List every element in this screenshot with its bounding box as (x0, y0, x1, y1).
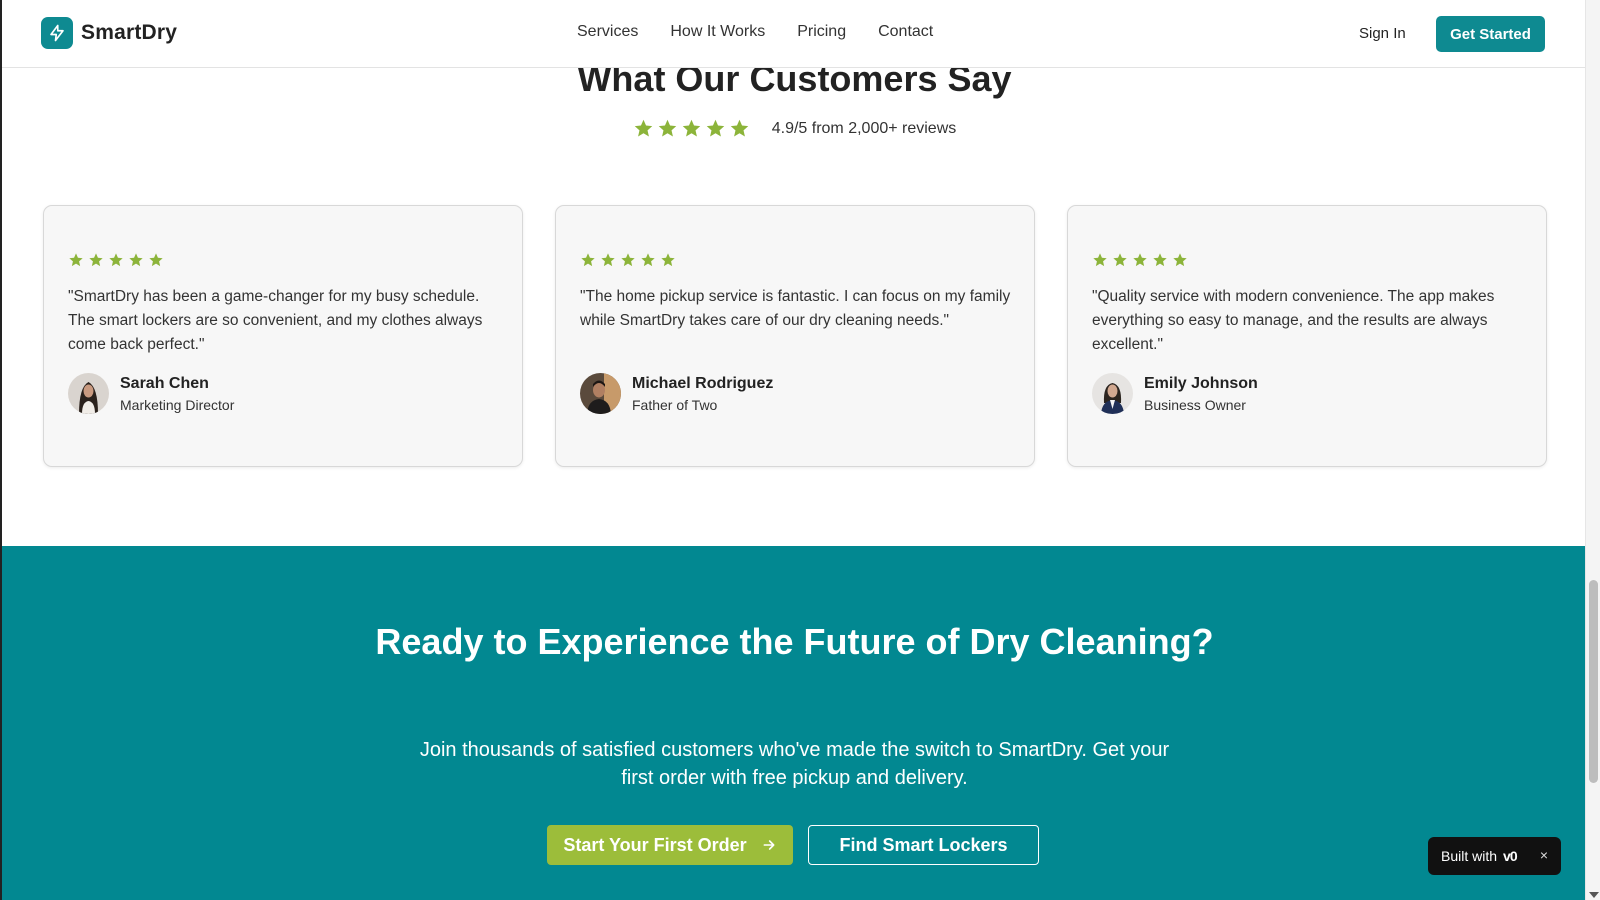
star-icon (661, 253, 675, 267)
author-name: Sarah Chen (120, 374, 209, 392)
testimonial-cards: "SmartDry has been a game-changer for my… (43, 205, 1547, 467)
star-icon (601, 253, 615, 267)
cta-section: Ready to Experience the Future of Dry Cl… (2, 546, 1585, 900)
arrow-right-icon (763, 840, 775, 850)
star-icon (1093, 253, 1107, 267)
overall-rating: 4.9/5 from 2,000+ reviews (2, 118, 1585, 139)
scrollbar[interactable] (1585, 0, 1600, 900)
built-with-badge[interactable]: Built with v0 × (1428, 837, 1561, 875)
logo[interactable]: SmartDry (41, 17, 177, 49)
testimonial-card: "The home pickup service is fantastic. I… (555, 205, 1035, 467)
brand-name: SmartDry (81, 21, 178, 44)
find-smart-lockers-button[interactable]: Find Smart Lockers (808, 825, 1039, 865)
scrollbar-thumb[interactable] (1589, 580, 1598, 783)
avatar (68, 373, 109, 414)
testimonial-quote: "Quality service with modern convenience… (1092, 288, 1495, 353)
v0-logo: v0 (1503, 848, 1518, 864)
star-icon (1133, 253, 1147, 267)
sign-in-link[interactable]: Sign In (1359, 25, 1406, 42)
card-rating-stars (68, 252, 164, 268)
author-name: Michael Rodriguez (632, 374, 774, 392)
scroll-down-arrow-icon[interactable] (1589, 892, 1599, 898)
star-icon (1153, 253, 1167, 267)
nav-services[interactable]: Services (577, 23, 638, 41)
testimonial-card: "Quality service with modern convenience… (1067, 205, 1547, 467)
testimonial-author: Sarah Chen Marketing Director (68, 373, 234, 414)
main-nav: Services How It Works Pricing Contact (577, 23, 933, 41)
author-role: Marketing Director (120, 396, 235, 413)
rating-summary: 4.9/5 from 2,000+ reviews (771, 119, 957, 137)
star-icon (69, 253, 83, 267)
testimonial-quote: "The home pickup service is fantastic. I… (580, 288, 1011, 329)
star-icon (658, 119, 676, 137)
author-name: Emily Johnson (1144, 374, 1258, 392)
star-icon (1173, 253, 1187, 267)
site-header: SmartDry Services How It Works Pricing C… (2, 0, 1585, 68)
star-icon (581, 253, 595, 267)
star-icon (634, 119, 652, 137)
start-first-order-label: Start Your First Order (563, 834, 747, 855)
avatar (580, 373, 621, 414)
star-icon (641, 253, 655, 267)
overall-rating-stars (633, 118, 750, 139)
nav-contact[interactable]: Contact (878, 23, 933, 41)
testimonial-card: "SmartDry has been a game-changer for my… (43, 205, 523, 467)
built-with-label: Built with (1441, 848, 1498, 864)
page: SmartDry Services How It Works Pricing C… (0, 0, 1585, 900)
star-icon (682, 119, 700, 137)
testimonial-author: Michael Rodriguez Father of Two (580, 373, 773, 414)
nav-pricing[interactable]: Pricing (797, 23, 846, 41)
star-icon (1113, 253, 1127, 267)
star-icon (109, 253, 123, 267)
testimonial-author: Emily Johnson Business Owner (1092, 373, 1258, 414)
start-first-order-button[interactable]: Start Your First Order (547, 825, 793, 865)
author-role: Business Owner (1144, 396, 1246, 413)
lightning-icon (41, 17, 73, 49)
star-icon (621, 253, 635, 267)
nav-how-it-works[interactable]: How It Works (670, 23, 765, 41)
star-icon (706, 119, 724, 137)
avatar (1092, 373, 1133, 414)
star-icon (149, 253, 163, 267)
cta-description: Join thousands of satisfied customers wh… (419, 739, 1170, 789)
star-icon (89, 253, 103, 267)
author-role: Father of Two (632, 396, 718, 413)
star-icon (730, 119, 748, 137)
testimonial-quote: "SmartDry has been a game-changer for my… (68, 288, 483, 353)
close-icon[interactable]: × (1540, 847, 1548, 863)
star-icon (129, 253, 143, 267)
card-rating-stars (1092, 252, 1188, 268)
cta-title: Ready to Experience the Future of Dry Cl… (375, 621, 1214, 662)
card-rating-stars (580, 252, 676, 268)
get-started-button[interactable]: Get Started (1436, 16, 1545, 52)
